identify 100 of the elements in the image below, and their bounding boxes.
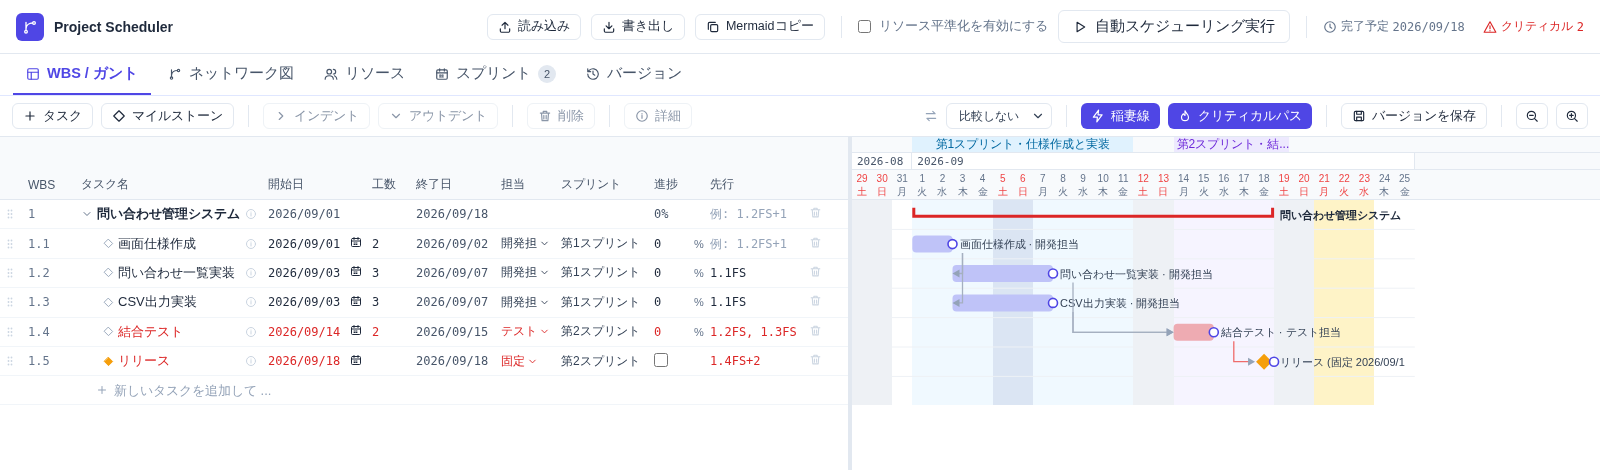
weekday-label: 木 [1379, 184, 1390, 198]
day-number: 18 [1258, 171, 1270, 185]
end-date: 2026/09/07 [416, 265, 489, 280]
assignee-select[interactable]: 開発担 [495, 264, 555, 282]
critical-label: クリティカル [1500, 18, 1573, 35]
weekday-label: 日 [877, 184, 888, 198]
progress-field[interactable]: 0 [648, 295, 688, 310]
predecessor-field[interactable]: 1.1FS [704, 295, 805, 310]
leveling-checkbox[interactable] [857, 20, 871, 33]
tab[interactable]: リソース [310, 54, 418, 95]
progress-field[interactable]: 0 [648, 236, 688, 251]
sprint-band: 第1スプリント・仕様作成と実装 [912, 137, 1134, 152]
day-number: 3 [959, 171, 966, 185]
save-version-button[interactable]: バージョンを保存 [1341, 103, 1487, 129]
assignee-select[interactable]: 開発担 [495, 293, 555, 311]
add-milestone-button[interactable]: マイルストーン [101, 103, 234, 129]
finish-date: 2026/09/18 [1392, 19, 1465, 34]
import-button[interactable]: 読み込み [486, 13, 581, 40]
day-number: 22 [1338, 171, 1350, 185]
export-button[interactable]: 書き出し [590, 13, 685, 40]
flame-icon [1178, 109, 1192, 123]
info-icon[interactable] [245, 296, 257, 309]
sprint-name: 第2スプリント [561, 324, 640, 339]
assignee-select[interactable]: テスト [495, 323, 555, 341]
download-icon [601, 19, 616, 34]
delete-icon[interactable] [809, 323, 822, 337]
app-logo [16, 12, 44, 41]
day-number: 5 [999, 171, 1006, 185]
calendar-icon[interactable] [350, 324, 362, 337]
progress-field[interactable]: 0 [648, 324, 688, 339]
start-date-field[interactable]: 2026/09/01 [262, 236, 350, 251]
tab[interactable]: WBS / ガント [13, 54, 151, 95]
add-task-button[interactable]: タスク [12, 103, 93, 129]
effort-field[interactable]: 2 [366, 324, 410, 339]
weekday-label: 水 [1218, 184, 1229, 198]
delete-icon[interactable] [809, 235, 822, 249]
calendar-icon[interactable] [350, 353, 362, 366]
bar-label: 問い合わせ一覧実装 · 開発担当 [1060, 267, 1213, 280]
wbs-number: 1.5 [28, 354, 50, 369]
predecessor-field[interactable]: 1.1FS [704, 265, 805, 280]
weekday-label: 月 [1319, 184, 1330, 198]
info-icon[interactable] [245, 237, 257, 250]
link-handle[interactable] [1047, 268, 1059, 279]
link-handle[interactable] [1208, 327, 1220, 338]
weekday-label: 金 [1118, 184, 1129, 198]
weekday-label: 木 [1098, 184, 1109, 198]
effort-field[interactable]: 3 [366, 295, 410, 310]
predecessor-field[interactable]: 1.2FS, 1.3FS [704, 324, 805, 339]
done-checkbox[interactable] [654, 352, 668, 367]
info-icon[interactable] [245, 266, 257, 279]
wbs-number: 1 [28, 207, 36, 222]
task-name: 問い合わせ管理システム [97, 205, 240, 224]
zoom-in-button[interactable] [1556, 103, 1588, 129]
weekday-label: 金 [1258, 184, 1269, 198]
start-date-field[interactable]: 2026/09/03 [262, 265, 350, 280]
info-icon[interactable] [245, 355, 257, 368]
calendar-icon[interactable] [350, 294, 362, 307]
weekday-label: 土 [857, 184, 868, 198]
start-date-field[interactable]: 2026/09/14 [262, 324, 350, 339]
tab[interactable]: バージョン [573, 54, 696, 95]
assignee-select[interactable]: 固定 [495, 352, 555, 370]
tab[interactable]: スプリント 2 [421, 54, 570, 95]
run-scheduling-button[interactable]: 自動スケジューリング実行 [1057, 10, 1290, 43]
delete-icon[interactable] [809, 294, 822, 308]
bar-label: CSV出力実装 · 開発担当 [1060, 296, 1181, 309]
tab[interactable]: ネットワーク図 [154, 54, 307, 95]
delete-icon[interactable] [809, 353, 822, 367]
link-handle[interactable] [1268, 356, 1280, 367]
compare-select[interactable]: 比較しない [946, 103, 1052, 129]
predecessor-field[interactable]: 例: 1.2FS+1 [704, 207, 805, 222]
assignee-select[interactable]: 開発担 [495, 235, 555, 253]
finish-label: 完了予定 [1340, 18, 1389, 35]
effort-field[interactable]: 2 [366, 236, 410, 251]
link-handle[interactable] [947, 238, 958, 250]
weekday-label: 日 [1158, 184, 1169, 198]
predecessor-field[interactable]: 例: 1.2FS+1 [704, 236, 805, 251]
calendar-icon[interactable] [350, 236, 362, 249]
add-task-field[interactable]: 新しいタスクを追加して ... [112, 381, 312, 399]
calendar-icon [434, 66, 449, 81]
table-icon [26, 66, 40, 81]
copy-button[interactable]: Mermaidコピー [694, 13, 825, 40]
calendar-icon[interactable] [350, 265, 362, 278]
bolt-icon [1091, 109, 1105, 123]
critical-path-toggle[interactable]: クリティカルパス [1168, 103, 1312, 129]
predecessor-field[interactable]: 1.4FS+2 [704, 354, 805, 369]
weekday-label: 火 [1058, 184, 1068, 198]
link-handle[interactable] [1047, 297, 1059, 309]
delete-icon[interactable] [809, 264, 822, 278]
lightning-line-toggle[interactable]: 稲妻線 [1081, 103, 1160, 129]
delete-icon[interactable] [809, 206, 822, 220]
info-icon[interactable] [245, 208, 257, 221]
effort-field[interactable]: 3 [366, 265, 410, 280]
progress-field[interactable]: 0 [648, 265, 688, 280]
zoom-out-button[interactable] [1516, 103, 1548, 129]
start-date-field[interactable]: 2026/09/03 [262, 295, 350, 310]
start-date-field[interactable]: 2026/09/18 [262, 354, 350, 369]
weekday-label: 金 [1399, 184, 1410, 198]
weekday-label: 木 [1238, 184, 1249, 198]
info-icon[interactable] [245, 325, 257, 338]
swap-icon [924, 109, 938, 123]
